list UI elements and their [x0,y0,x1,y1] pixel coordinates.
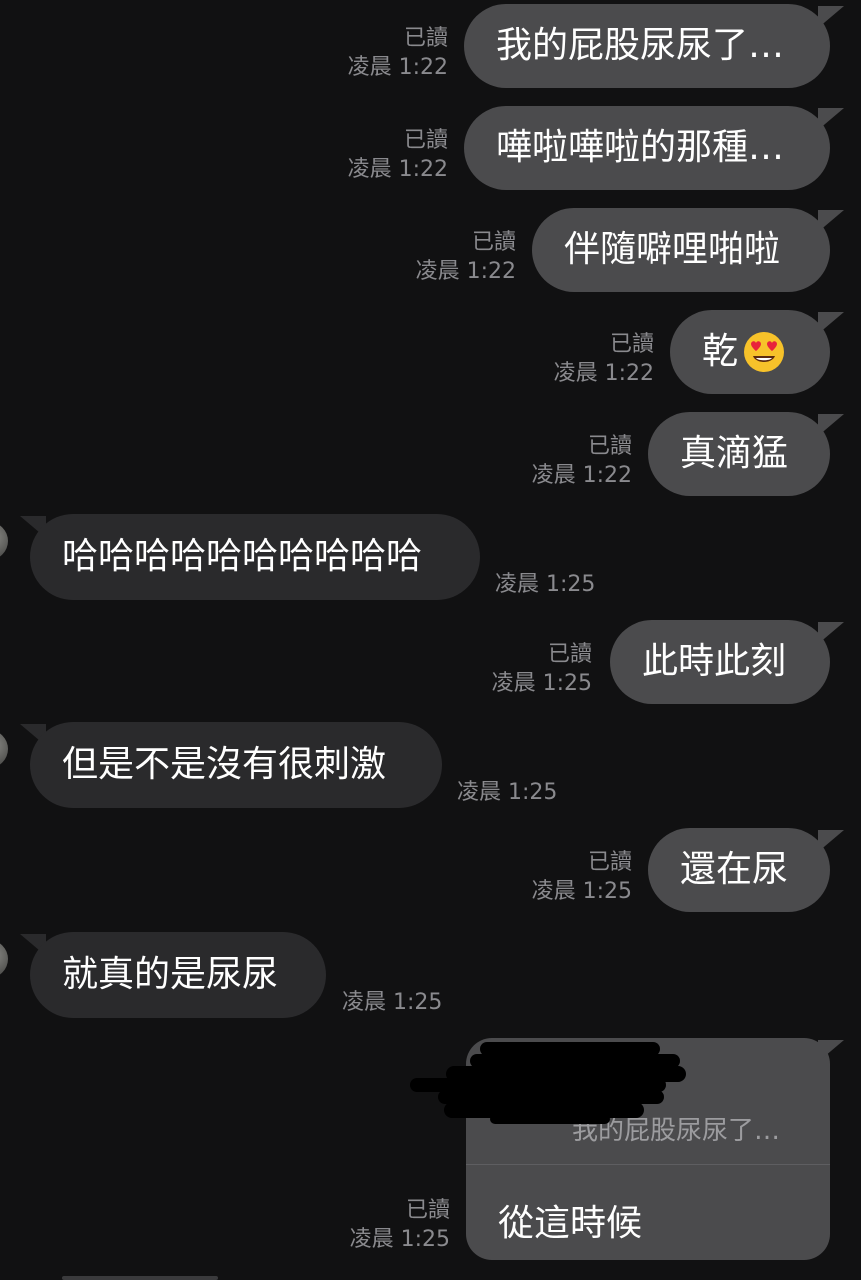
message-text: 此時此刻 [642,641,787,682]
message-meta: 已讀 凌晨 1:25 [332,1196,450,1254]
timestamp: 凌晨 1:22 [531,463,632,488]
message-text: 哈哈哈哈哈哈哈哈哈哈 [62,536,423,577]
timestamp: 凌晨 1:22 [347,55,448,80]
message-bubble[interactable]: 還在尿 [648,828,830,912]
timestamp: 凌晨 1:25 [531,879,632,904]
message-bubble[interactable]: 嘩啦嘩啦的那種… [464,106,830,190]
message-text: 真滴猛 [680,433,789,474]
read-receipt: 已讀 [547,642,592,667]
message-meta: 已讀 凌晨 1:25 [514,848,632,906]
timestamp: 凌晨 1:25 [495,572,596,597]
read-receipt: 已讀 [587,434,632,459]
avatar[interactable] [0,940,8,978]
message-meta: 已讀 凌晨 1:22 [514,432,632,490]
message-text: 我的屁股尿尿了… [496,25,785,66]
avatar[interactable] [0,730,8,768]
divider [466,1164,830,1165]
message-text: 從這時候 [498,1203,643,1244]
message-bubble[interactable]: 此時此刻 [610,620,830,704]
timestamp: 凌晨 1:25 [491,671,592,696]
timestamp: 凌晨 1:25 [349,1227,450,1252]
avatar[interactable] [0,522,8,560]
read-receipt: 已讀 [403,26,448,51]
message-meta: 已讀 凌晨 1:22 [330,126,448,184]
message-text: 還在尿 [680,849,789,890]
message-bubble[interactable]: 但是不是沒有很刺激 [30,722,442,808]
read-receipt: 已讀 [471,230,516,255]
timestamp: 凌晨 1:22 [553,361,654,386]
scroll-indicator [62,1276,218,1280]
heart-eyes-emoji [744,332,785,372]
message-bubble[interactable]: 真滴猛 [648,412,830,496]
read-receipt: 已讀 [405,1198,450,1223]
message-bubble[interactable]: 哈哈哈哈哈哈哈哈哈哈 [30,514,480,600]
read-receipt: 已讀 [403,128,448,153]
message-bubble[interactable]: 伴隨噼哩啪啦 [532,208,830,292]
bubble-tail [818,1040,844,1062]
message-bubble[interactable]: 我的屁股尿尿了… [464,4,830,88]
message-bubble[interactable]: 乾 [670,310,830,394]
message-text: 但是不是沒有很刺激 [62,744,387,785]
read-receipt: 已讀 [609,332,654,357]
message-meta: 已讀 凌晨 1:22 [536,330,654,388]
timestamp: 凌晨 1:25 [457,780,558,805]
timestamp: 凌晨 1:25 [342,990,443,1015]
message-meta: 已讀 凌晨 1:22 [398,228,516,286]
message-text: 就真的是尿尿 [62,954,279,995]
message-text: 伴隨噼哩啪啦 [564,229,781,270]
read-receipt: 已讀 [587,850,632,875]
message-meta: 已讀 凌晨 1:22 [330,24,448,82]
message-text: 乾 [702,331,739,372]
message-bubble[interactable]: 就真的是尿尿 [30,932,326,1018]
timestamp: 凌晨 1:22 [415,259,516,284]
message-meta: 已讀 凌晨 1:25 [474,640,592,698]
timestamp: 凌晨 1:22 [347,157,448,182]
message-text: 嘩啦嘩啦的那種… [496,127,785,168]
